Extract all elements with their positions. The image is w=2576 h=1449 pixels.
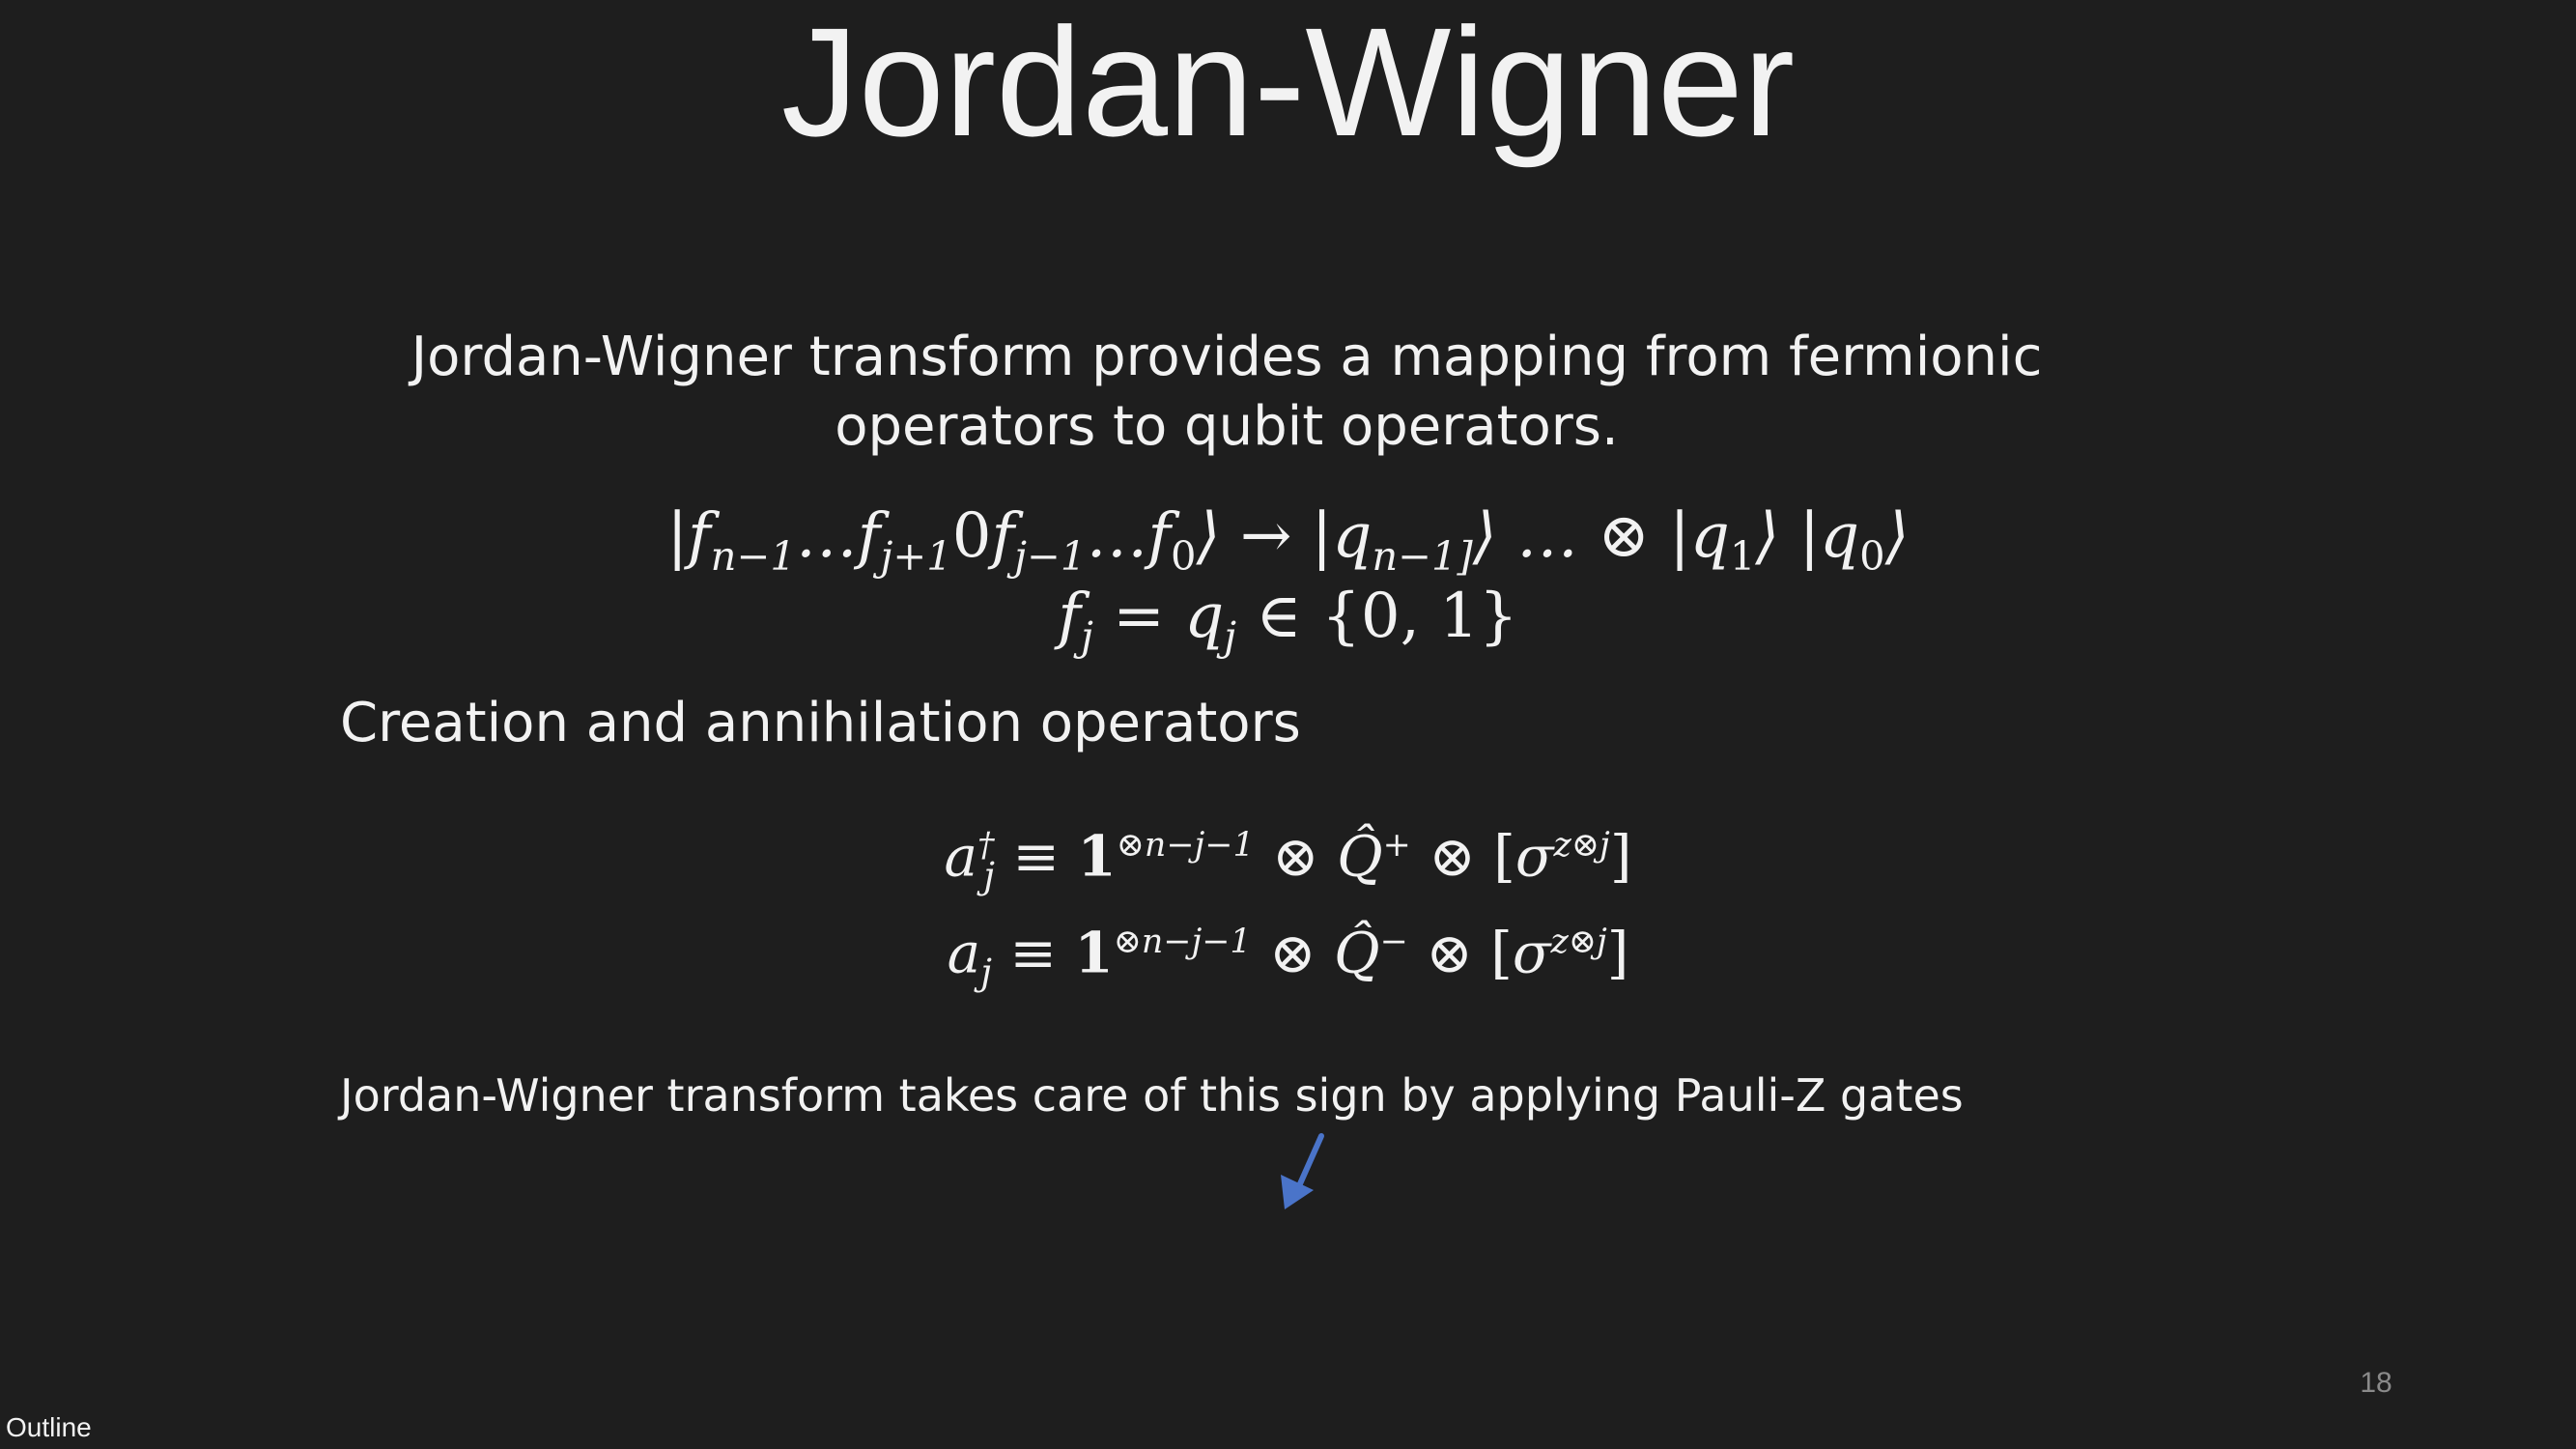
intro-text: Jordan-Wigner transform provides a mappi… <box>410 326 2043 458</box>
slide: Jordan-Wigner Jordan-Wigner transform pr… <box>0 0 2576 1449</box>
outline-link[interactable]: Outline <box>6 1408 92 1447</box>
equation-annihilation-operator: aj ≡ 1⊗n−j−1 ⊗ Q̂− ⊗ [σz⊗j] <box>947 920 1629 993</box>
equation-occupation: fj = qj ∈ {0, 1} <box>1058 581 1518 660</box>
section-heading: Creation and annihilation operators <box>340 692 1301 754</box>
page-number: 18 <box>2360 1367 2392 1399</box>
arrow-down-left-icon <box>1281 1133 1324 1209</box>
slide-title: Jordan-Wigner <box>780 0 1796 168</box>
note-text: Jordan-Wigner transform takes care of th… <box>340 1069 1964 1122</box>
